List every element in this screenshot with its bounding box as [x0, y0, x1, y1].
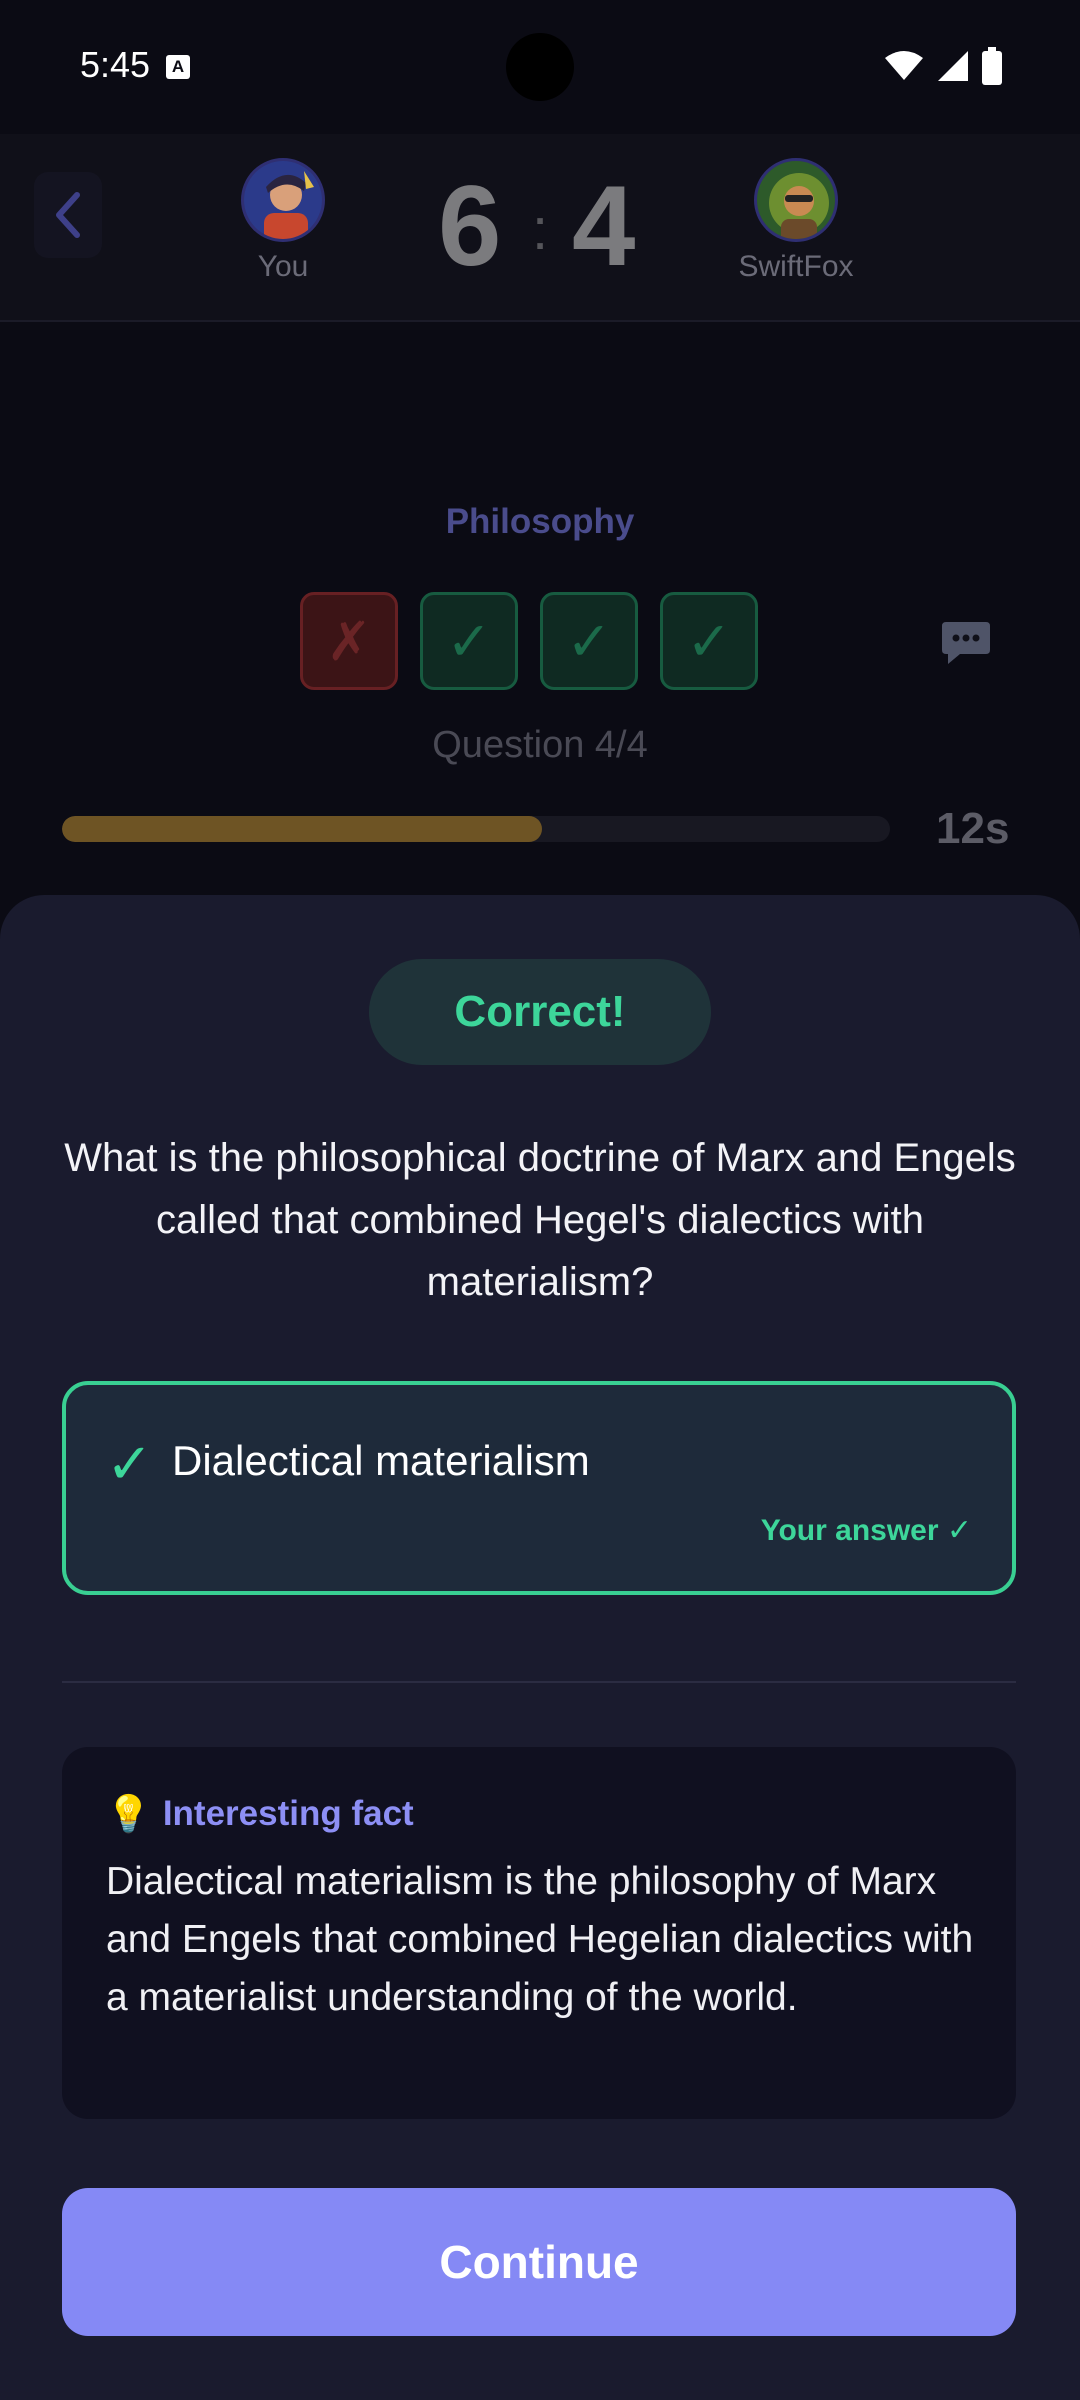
avatar: [754, 158, 838, 242]
lightbulb-icon: 💡: [106, 1793, 151, 1834]
question-result-correct: ✓: [540, 592, 638, 690]
score-separator: :: [532, 197, 549, 262]
notification-icon: A: [166, 55, 190, 79]
score-you: 6: [438, 163, 502, 290]
camera-cutout: [506, 33, 574, 101]
timer-progress-fill: [62, 816, 543, 842]
signal-icon: [938, 51, 968, 81]
fact-title: Interesting fact: [162, 1794, 414, 1833]
category-label: Philosophy: [445, 502, 635, 541]
continue-button[interactable]: Continue: [62, 2188, 1016, 2336]
wifi-icon: [885, 51, 923, 80]
system-icons: [884, 46, 1002, 86]
fact-header: 💡 Interesting fact: [106, 1793, 414, 1835]
answer-text: Dialectical materialism: [172, 1437, 590, 1484]
fact-text: Dialectical materialism is the philosoph…: [106, 1860, 974, 2019]
battery-icon: [982, 47, 1002, 85]
chevron-left-icon: [56, 192, 80, 238]
match-header: You 6 : 4 SwiftFox: [0, 134, 1080, 322]
status-time: 5:45: [80, 44, 151, 85]
correct-badge: Correct!: [369, 959, 711, 1065]
timer-progress-bar: [62, 816, 890, 842]
back-button[interactable]: [34, 172, 102, 258]
player-name: SwiftFox: [738, 250, 854, 283]
check-icon: ✓: [106, 1432, 153, 1495]
result-sheet: Correct! What is the philosophical doctr…: [0, 895, 1080, 2400]
score-opponent: 4: [572, 163, 636, 290]
fact-card: 💡 Interesting fact Dialectical materiali…: [62, 1747, 1016, 2119]
your-answer-tag: Your answer ✓: [760, 1514, 972, 1547]
player-opponent: SwiftFox: [696, 158, 896, 284]
avatar: [241, 158, 325, 242]
question-results: ✗ ✓ ✓ ✓: [300, 592, 758, 690]
player-name: You: [257, 250, 309, 283]
question-text: What is the philosophical doctrine of Ma…: [64, 1136, 1016, 1304]
question-result-correct: ✓: [420, 592, 518, 690]
question-counter: Question 4/4: [432, 724, 648, 766]
answer-card: ✓ Dialectical materialism Your answer ✓: [62, 1381, 1016, 1595]
chat-icon[interactable]: [940, 620, 992, 677]
question-result-wrong: ✗: [300, 592, 398, 690]
divider: [62, 1681, 1016, 1683]
status-bar: 5:45 A: [0, 0, 1080, 134]
player-you: You: [183, 158, 383, 284]
timer-label: 12s: [936, 804, 1010, 853]
question-result-correct: ✓: [660, 592, 758, 690]
